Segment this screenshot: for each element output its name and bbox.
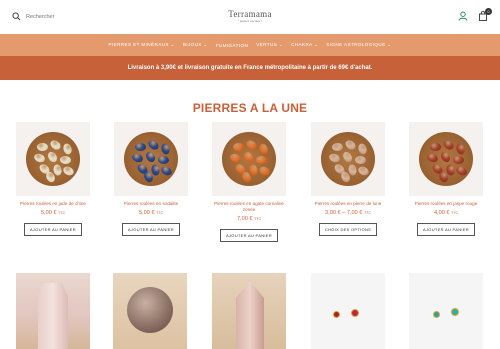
product-image[interactable] [409, 122, 483, 196]
nav-item-vertus[interactable]: Vertus ⌄ [256, 42, 283, 48]
product-card[interactable]: Pierres roulées en pierre de lune 3,00 €… [310, 122, 386, 237]
product-image[interactable] [16, 273, 90, 349]
product-name[interactable]: Pierres roulées en agate cornaline zonée [211, 201, 287, 213]
cart-count-badge: 0 [485, 8, 492, 15]
product-card[interactable]: Pierres roulées en sodalite 5,00 € TTC A… [113, 122, 189, 237]
stone-shape [37, 143, 48, 151]
stone-shape [32, 152, 47, 164]
stone-shape [59, 155, 72, 165]
nav-item-fumigation[interactable]: Fumigation [216, 43, 249, 48]
stone-shape [135, 143, 146, 151]
choose-options-button[interactable]: CHOIX DES OPTIONS [318, 223, 378, 237]
stone-shape [130, 152, 145, 164]
stone-shape [441, 138, 456, 152]
stone-shape [332, 143, 343, 151]
site-header: Terramama • pierres sacrées • 0 [0, 0, 500, 34]
logo-tagline: • pierres sacrées • [237, 19, 263, 23]
stone-shape [439, 150, 452, 164]
nav-item-chakra[interactable]: Chakra ⌄ [291, 42, 318, 48]
stone-shape [354, 155, 367, 165]
add-to-cart-button[interactable]: AJOUTER AU PANIER [122, 223, 180, 237]
section-title: PIERRES A LA UNE [192, 101, 308, 115]
stone-shape [430, 143, 441, 151]
product-name[interactable]: Pierres roulées en jaspe rouge [408, 201, 484, 207]
product-image[interactable] [16, 122, 90, 196]
stone-shape [146, 138, 161, 152]
product-image[interactable] [409, 273, 483, 349]
product-price: 3,00 € – 7,00 € TTC [325, 210, 371, 217]
product-card[interactable]: Pierres roulées en agate cornaline zonée… [211, 122, 287, 243]
stone-shape [228, 152, 243, 164]
logo-name: Terramama [228, 9, 272, 19]
stone-shape [157, 155, 170, 165]
product-price: 4,00 € TTC [433, 210, 459, 217]
cart-button[interactable]: 0 [478, 8, 492, 21]
add-to-cart-button[interactable]: AJOUTER AU PANIER [417, 223, 475, 237]
stone-shape [242, 150, 255, 164]
product-price: 5,00 € TTC [40, 210, 66, 217]
nav-item-bijoux[interactable]: Bijoux ⌄ [183, 42, 208, 48]
stone-shape [425, 152, 440, 164]
nav-item-pierres[interactable]: Pierres et minéraux ⌄ [108, 42, 174, 48]
stone-shape [341, 150, 354, 164]
stone-shape [255, 155, 268, 165]
product-image[interactable] [311, 273, 385, 349]
stone-shape [48, 138, 63, 152]
add-to-cart-button[interactable]: AJOUTER AU PANIER [220, 229, 278, 243]
stone-shape [233, 143, 244, 151]
product-image[interactable] [114, 122, 188, 196]
product-image[interactable] [311, 122, 385, 196]
product-name[interactable]: Pierres roulées en pierre de lune [310, 201, 386, 207]
product-image[interactable] [212, 273, 286, 349]
product-card[interactable]: Pierres roulées en jaspe rouge 4,00 € TT… [408, 122, 484, 237]
main-navigation: Pierres et minéraux ⌄ Bijoux ⌄ Fumigatio… [0, 34, 500, 56]
product-image[interactable] [113, 273, 187, 349]
product-price: 7,00 € TTC [236, 216, 262, 223]
product-name[interactable]: Pierres roulées en sodalite [113, 201, 189, 207]
stone-shape [46, 150, 59, 164]
account-icon[interactable] [458, 11, 468, 21]
shipping-banner: Livraison à 3,90€ et livraison gratuite … [0, 56, 500, 80]
product-price: 5,00 € TTC [138, 210, 164, 217]
stone-shape [452, 155, 465, 165]
stone-shape [144, 150, 157, 164]
product-image[interactable] [212, 122, 286, 196]
product-card[interactable]: Pierres roulées en jade de chine 5,00 € … [15, 122, 91, 237]
add-to-cart-button[interactable]: AJOUTER AU PANIER [24, 223, 82, 237]
site-logo[interactable]: Terramama • pierres sacrées • [0, 9, 500, 23]
product-name[interactable]: Pierres roulées en jade de chine [15, 201, 91, 207]
stone-shape [244, 138, 259, 152]
stone-shape [327, 152, 342, 164]
stone-shape [343, 138, 358, 152]
nav-item-signe[interactable]: Signe astrologique ⌄ [326, 42, 391, 48]
